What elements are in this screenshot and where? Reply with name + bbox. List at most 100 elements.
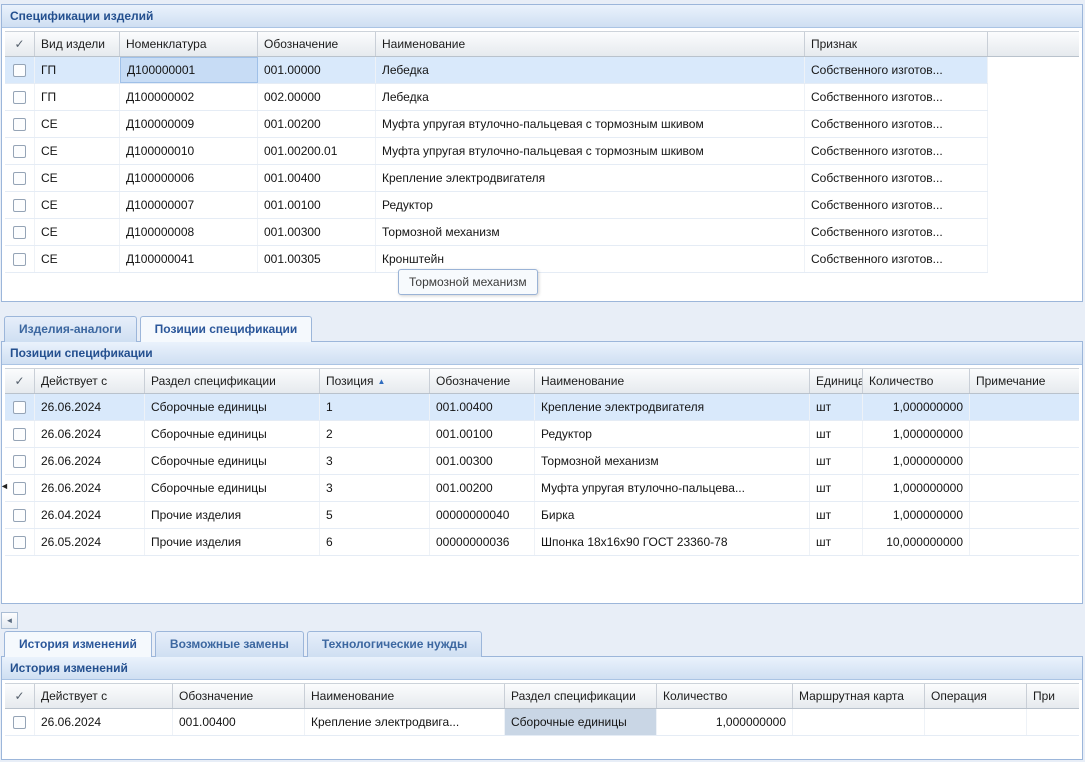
cell[interactable]: Собственного изготов... xyxy=(805,219,988,245)
col-header-spec-section[interactable]: Раздел спецификации xyxy=(505,684,657,708)
col-header-effective-from[interactable]: Действует с xyxy=(35,684,173,708)
cell[interactable]: шт xyxy=(810,529,863,555)
cell[interactable]: 2 xyxy=(320,421,430,447)
splitter-collapse-icon[interactable]: ◄ xyxy=(0,481,9,491)
cell[interactable]: 001.00300 xyxy=(258,219,376,245)
cell[interactable] xyxy=(925,709,1027,735)
cell[interactable]: Бирка xyxy=(535,502,810,528)
col-header-note[interactable]: Примечание xyxy=(970,369,1079,393)
row-select-cell[interactable] xyxy=(5,138,35,164)
col-header-quantity[interactable]: Количество xyxy=(863,369,970,393)
cell[interactable] xyxy=(970,448,1079,474)
row-checkbox[interactable] xyxy=(13,482,26,495)
cell[interactable]: 1 xyxy=(320,394,430,420)
check-column-header[interactable]: ✓ xyxy=(5,32,35,56)
cell[interactable]: Шпонка 18х16х90 ГОСТ 23360-78 xyxy=(535,529,810,555)
cell[interactable]: 1,000000000 xyxy=(863,448,970,474)
cell[interactable]: 26.04.2024 xyxy=(35,502,145,528)
col-header-attribute[interactable]: Признак xyxy=(805,32,988,56)
cell[interactable]: 001.00100 xyxy=(258,192,376,218)
cell[interactable]: 1,000000000 xyxy=(863,394,970,420)
cell[interactable]: СЕ xyxy=(35,111,120,137)
table-row[interactable]: СЕ Д100000010 001.00200.01 Муфта упругая… xyxy=(5,138,988,165)
cell[interactable]: 3 xyxy=(320,475,430,501)
cell[interactable]: СЕ xyxy=(35,246,120,272)
check-column-header[interactable]: ✓ xyxy=(5,684,35,708)
col-header-quantity[interactable]: Количество xyxy=(657,684,793,708)
cell[interactable]: 001.00200 xyxy=(258,111,376,137)
cell[interactable]: шт xyxy=(810,448,863,474)
cell[interactable]: 001.00300 xyxy=(430,448,535,474)
row-select-cell[interactable] xyxy=(5,57,35,83)
cell[interactable] xyxy=(970,421,1079,447)
cell[interactable]: Сборочные единицы xyxy=(145,448,320,474)
col-header-designation[interactable]: Обозначение xyxy=(430,369,535,393)
col-header-note[interactable]: При xyxy=(1027,684,1079,708)
col-header-name[interactable]: Наименование xyxy=(535,369,810,393)
cell[interactable]: 001.00200 xyxy=(430,475,535,501)
cell[interactable]: Прочие изделия xyxy=(145,502,320,528)
row-select-cell[interactable] xyxy=(5,192,35,218)
col-header-unit[interactable]: Единица xyxy=(810,369,863,393)
cell[interactable]: Сборочные единицы xyxy=(145,394,320,420)
cell[interactable]: 001.00400 xyxy=(173,709,305,735)
cell[interactable]: Д100000008 xyxy=(120,219,258,245)
cell[interactable]: Муфта упругая втулочно-пальцева... xyxy=(535,475,810,501)
cell[interactable]: Крепление электродвига... xyxy=(305,709,505,735)
tab-possible-replacements[interactable]: Возможные замены xyxy=(155,631,304,657)
cell[interactable]: Д100000041 xyxy=(120,246,258,272)
cell[interactable]: Тормозной механизм xyxy=(376,219,805,245)
cell[interactable]: 6 xyxy=(320,529,430,555)
cell[interactable]: 1,000000000 xyxy=(863,475,970,501)
cell[interactable]: 26.06.2024 xyxy=(35,448,145,474)
cell[interactable]: Муфта упругая втулочно-пальцевая с тормо… xyxy=(376,138,805,164)
cell[interactable]: 001.00305 xyxy=(258,246,376,272)
table-row[interactable]: СЕ Д100000007 001.00100 Редуктор Собстве… xyxy=(5,192,988,219)
cell[interactable]: 001.00200.01 xyxy=(258,138,376,164)
row-checkbox[interactable] xyxy=(13,509,26,522)
cell[interactable] xyxy=(970,529,1079,555)
cell[interactable]: Крепление электродвигателя xyxy=(376,165,805,191)
table-row[interactable]: ГП Д100000001 001.00000 Лебедка Собствен… xyxy=(5,57,988,84)
row-checkbox[interactable] xyxy=(13,536,26,549)
cell[interactable]: Лебедка xyxy=(376,84,805,110)
cell[interactable]: 1,000000000 xyxy=(863,502,970,528)
cell[interactable]: 26.05.2024 xyxy=(35,529,145,555)
col-header-name[interactable]: Наименование xyxy=(305,684,505,708)
table-row[interactable]: 26.06.2024 Сборочные единицы 3 001.00200… xyxy=(5,475,1079,502)
cell[interactable]: Собственного изготов... xyxy=(805,84,988,110)
row-checkbox[interactable] xyxy=(13,199,26,212)
cell[interactable]: Сборочные единицы xyxy=(145,421,320,447)
cell[interactable]: 1,000000000 xyxy=(657,709,793,735)
row-checkbox[interactable] xyxy=(13,253,26,266)
tab-spec-positions[interactable]: Позиции спецификации xyxy=(140,316,313,342)
cell[interactable]: Собственного изготов... xyxy=(805,165,988,191)
tab-technological-needs[interactable]: Технологические нужды xyxy=(307,631,482,657)
cell[interactable]: Д100000006 xyxy=(120,165,258,191)
table-row[interactable]: СЕ Д100000006 001.00400 Крепление электр… xyxy=(5,165,988,192)
row-checkbox[interactable] xyxy=(13,401,26,414)
row-select-cell[interactable] xyxy=(5,246,35,272)
cell[interactable]: Собственного изготов... xyxy=(805,192,988,218)
col-header-product-type[interactable]: Вид издели xyxy=(35,32,120,56)
cell[interactable]: Д100000009 xyxy=(120,111,258,137)
cell[interactable]: шт xyxy=(810,502,863,528)
cell[interactable]: шт xyxy=(810,394,863,420)
col-header-operation[interactable]: Операция xyxy=(925,684,1027,708)
cell[interactable]: 26.06.2024 xyxy=(35,709,173,735)
row-select-cell[interactable] xyxy=(5,219,35,245)
cell[interactable]: 5 xyxy=(320,502,430,528)
cell[interactable]: СЕ xyxy=(35,219,120,245)
cell[interactable]: шт xyxy=(810,475,863,501)
row-checkbox[interactable] xyxy=(13,716,26,729)
cell[interactable]: 002.00000 xyxy=(258,84,376,110)
row-checkbox[interactable] xyxy=(13,118,26,131)
cell[interactable]: 001.00400 xyxy=(430,394,535,420)
cell[interactable]: Собственного изготов... xyxy=(805,246,988,272)
scroll-left-button[interactable]: ◄ xyxy=(1,612,18,629)
cell[interactable]: Редуктор xyxy=(376,192,805,218)
row-select-cell[interactable] xyxy=(5,475,35,501)
cell[interactable]: Сборочные единицы xyxy=(145,475,320,501)
cell[interactable]: Лебедка xyxy=(376,57,805,83)
tab-analogs[interactable]: Изделия-аналоги xyxy=(4,316,137,342)
